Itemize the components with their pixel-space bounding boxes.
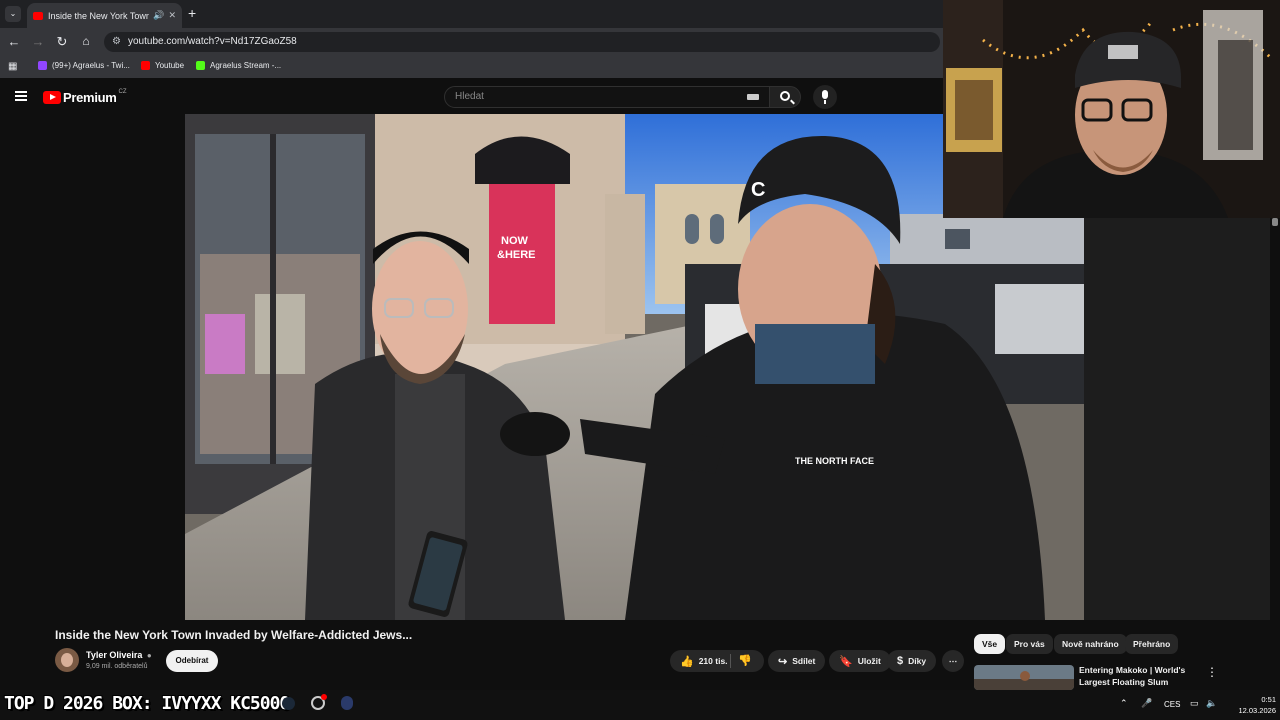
bookmarks-bar: ▦ (99+) Agraelus - Twi... Youtube Agrael…	[0, 56, 943, 78]
scrollbar-thumb[interactable]	[1272, 218, 1278, 226]
reload-icon[interactable]: ↻	[54, 34, 70, 50]
like-dislike-group: 👍 210 tis. 👎	[670, 650, 764, 672]
chip-watched[interactable]: Přehráno	[1125, 634, 1179, 654]
sign-text-here: &HERE	[497, 249, 536, 261]
site-settings-icon[interactable]: ⚙	[112, 32, 121, 52]
keyboard-icon[interactable]	[747, 94, 759, 100]
system-clock[interactable]: 0:51 12.03.2026	[1226, 694, 1276, 716]
share-button[interactable]: ↪ Sdílet	[768, 650, 826, 672]
youtube-premium-logo[interactable]: Premium CZ	[43, 89, 127, 105]
home-icon[interactable]: ⌂	[78, 34, 94, 48]
hamburger-menu-icon[interactable]	[15, 91, 27, 101]
stream-overlay-text: TOP D 2026 BOX: IVYYXX KC5000	[4, 693, 290, 714]
beanie-letter: C	[751, 179, 765, 201]
save-button[interactable]: 🔖 Uložit	[829, 650, 891, 672]
address-bar[interactable]: ⚙ youtube.com/watch?v=Nd17ZGaoZ58	[104, 32, 940, 52]
more-actions-button[interactable]: ⋯	[942, 650, 964, 672]
youtube-header: Premium CZ Hledat	[0, 82, 943, 112]
twitch-icon	[38, 61, 47, 70]
recommended-title[interactable]: Entering Makoko | World's Largest Floati…	[1079, 664, 1199, 688]
more-icon: ⋯	[948, 655, 958, 666]
tray-mic-icon[interactable]: 🎤	[1141, 698, 1152, 709]
share-icon: ↪	[778, 655, 788, 668]
search-button[interactable]	[769, 86, 801, 108]
app-icon[interactable]	[341, 696, 353, 710]
mic-icon	[822, 90, 828, 99]
youtube-favicon-icon	[33, 11, 43, 20]
bookmark-twitch[interactable]: (99+) Agraelus - Twi...	[38, 61, 130, 70]
tray-chevron-icon[interactable]: ⌃	[1120, 698, 1128, 709]
steam-icon[interactable]	[282, 697, 295, 710]
recommended-menu-icon[interactable]: ⋮	[1206, 665, 1218, 679]
video-title: Inside the New York Town Invaded by Welf…	[55, 628, 413, 642]
youtube-icon	[141, 61, 150, 70]
streamer-webcam	[943, 0, 1280, 218]
voice-search-button[interactable]	[813, 85, 837, 109]
clock-date: 12.03.2026	[1238, 706, 1276, 715]
tab-close-icon[interactable]: ✕	[168, 10, 176, 21]
youtube-play-icon	[43, 91, 61, 104]
obs-icon[interactable]	[311, 694, 327, 710]
recommended-thumbnail[interactable]	[974, 665, 1074, 690]
sidebar-panel-background	[1084, 218, 1270, 620]
forward-icon[interactable]: →	[30, 34, 46, 49]
search-icon	[780, 91, 790, 101]
volume-icon[interactable]: 🔈	[1206, 698, 1217, 709]
tab-search-dropdown[interactable]: ⌄	[5, 6, 21, 22]
recording-dot-icon	[321, 694, 327, 700]
apps-icon[interactable]: ▦	[8, 61, 17, 72]
chip-recently-uploaded[interactable]: Nově nahráno	[1054, 634, 1127, 654]
channel-name[interactable]: Tyler Oliveira ●	[86, 650, 152, 660]
sign-text-now: NOW	[501, 235, 529, 247]
verified-icon: ●	[146, 651, 152, 660]
browser-nav-bar: ← → ↻ ⌂ ⚙ youtube.com/watch?v=Nd17ZGaoZ5…	[0, 28, 943, 56]
search-input[interactable]: Hledat	[444, 86, 770, 108]
dollar-icon: $	[897, 655, 904, 667]
bookmark-kick[interactable]: Agraelus Stream -...	[196, 61, 281, 70]
new-tab-button[interactable]: +	[188, 5, 196, 21]
network-icon[interactable]: ▭	[1190, 698, 1199, 709]
thanks-button[interactable]: $ Díky	[887, 650, 937, 672]
back-icon[interactable]: ←	[6, 34, 22, 49]
kick-icon	[196, 61, 205, 70]
clock-time: 0:51	[1261, 695, 1276, 704]
keyboard-language[interactable]: CES	[1164, 700, 1180, 709]
chip-for-you[interactable]: Pro vás	[1006, 634, 1053, 654]
channel-avatar[interactable]	[55, 648, 79, 672]
jacket-logo-text: THE NORTH FACE	[795, 456, 874, 466]
webcam-frame	[943, 0, 1280, 218]
tab-title: Inside the New York Town I	[48, 10, 150, 21]
subscribe-button[interactable]: Odebírat	[166, 650, 218, 672]
url-text: youtube.com/watch?v=Nd17ZGaoZ58	[128, 36, 297, 47]
like-icon[interactable]: 👍	[680, 655, 694, 668]
bookmark-youtube[interactable]: Youtube	[141, 61, 184, 70]
like-count[interactable]: 210 tis.	[699, 656, 728, 666]
browser-tab-active[interactable]: Inside the New York Town I 🔊 ✕	[27, 3, 182, 28]
browser-tab-bar: ⌄ Inside the New York Town I 🔊 ✕ +	[0, 0, 943, 28]
dislike-icon[interactable]: 👎	[738, 654, 752, 667]
speaker-icon[interactable]: 🔊	[153, 10, 164, 21]
bookmark-icon: 🔖	[839, 655, 853, 668]
chip-all[interactable]: Vše	[974, 634, 1006, 654]
subscriber-count: 9,09 mil. odběratelů	[86, 663, 148, 670]
scrollbar-track[interactable]	[1272, 218, 1278, 620]
